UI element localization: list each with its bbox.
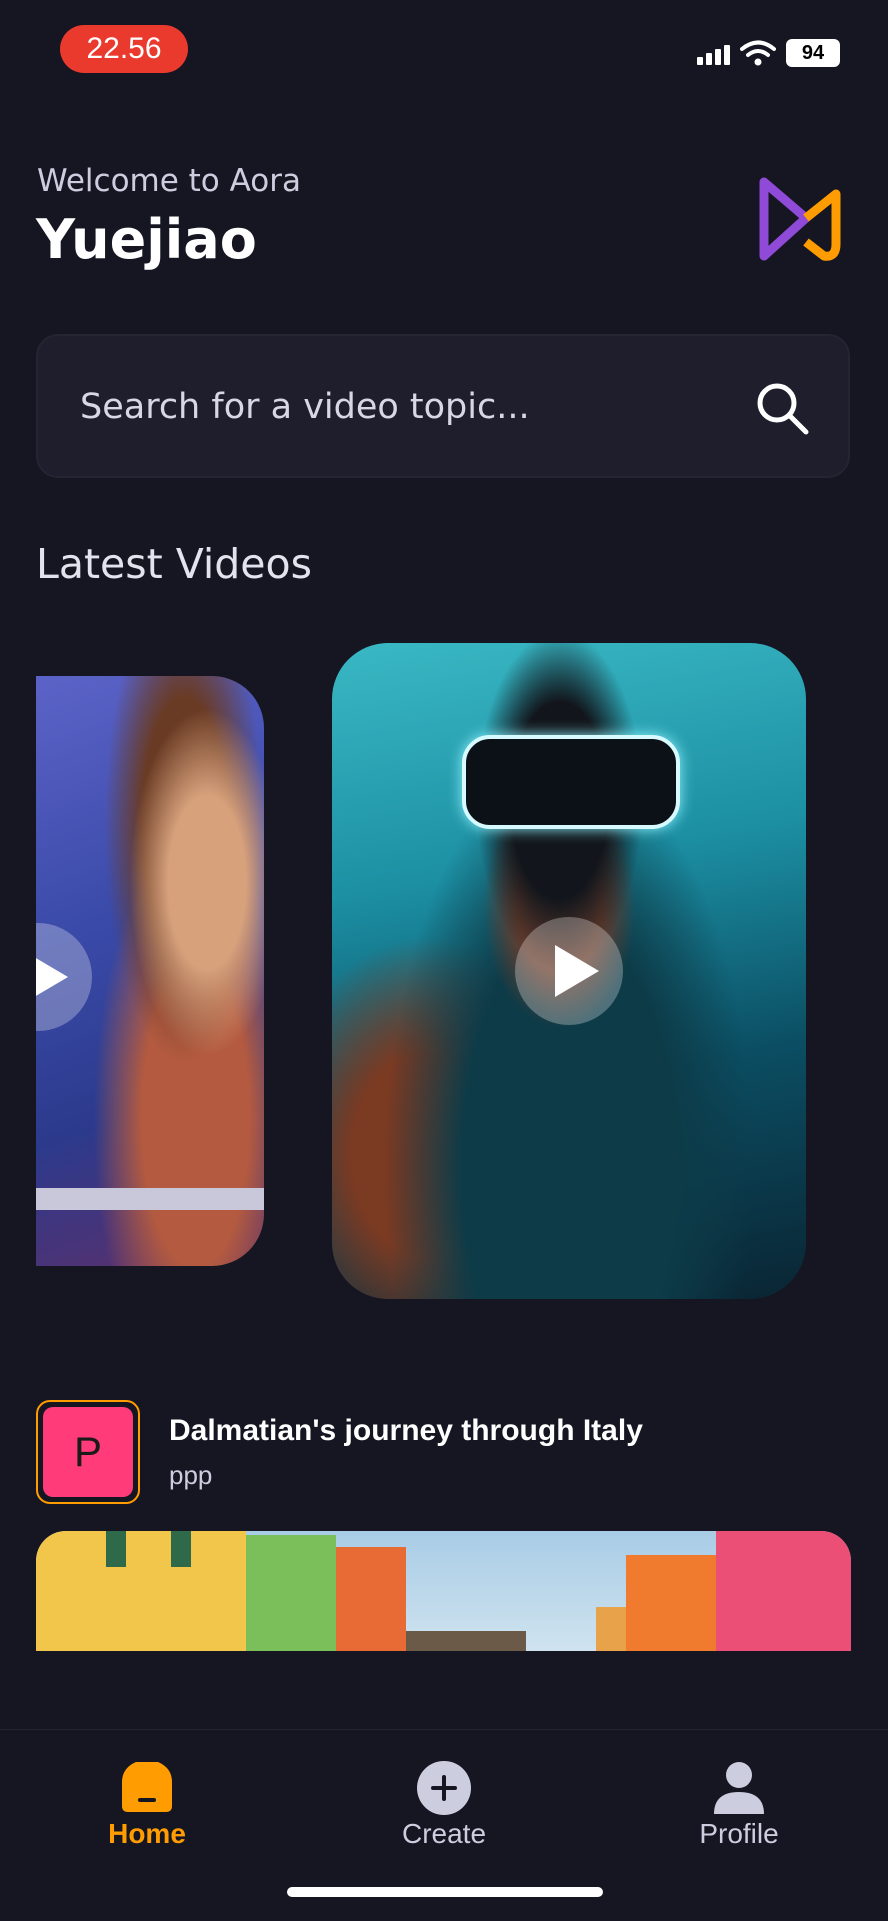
tab-home[interactable]: Home	[47, 1730, 247, 1860]
plus-circle-icon	[417, 1761, 471, 1815]
status-indicators: 94	[697, 38, 840, 68]
vr-headset-image	[462, 735, 680, 829]
home-indicator	[287, 1887, 603, 1897]
status-time: 22.56	[60, 25, 188, 73]
username-heading: Yuejiao	[36, 208, 257, 271]
tab-create-label: Create	[401, 1818, 487, 1849]
wifi-icon	[740, 40, 776, 66]
video-author: ppp	[169, 1460, 213, 1490]
search-bar[interactable]	[36, 334, 850, 478]
welcome-text: Welcome to Aora	[37, 163, 301, 199]
video-card-featured[interactable]	[332, 643, 806, 1299]
creator-avatar[interactable]: P	[36, 1400, 140, 1504]
latest-videos-title: Latest Videos	[36, 540, 312, 588]
profile-icon	[714, 1762, 764, 1814]
tab-create[interactable]: Create	[344, 1730, 544, 1860]
avatar-letter: P	[43, 1407, 133, 1497]
aora-logo-icon	[759, 177, 841, 261]
cellular-signal-icon	[697, 41, 730, 65]
tab-profile[interactable]: Profile	[639, 1730, 839, 1860]
home-icon	[122, 1762, 172, 1812]
tab-profile-label: Profile	[699, 1818, 779, 1849]
play-button-icon[interactable]	[515, 917, 623, 1025]
search-icon[interactable]	[754, 380, 810, 436]
tab-home-label: Home	[108, 1818, 186, 1849]
search-input[interactable]	[78, 336, 722, 478]
video-card-left[interactable]	[36, 676, 264, 1266]
play-button-icon[interactable]	[36, 923, 92, 1031]
desk-surface	[36, 1188, 264, 1210]
battery-indicator: 94	[786, 39, 840, 67]
video-thumbnail[interactable]	[36, 1531, 851, 1651]
video-title: Dalmatian's journey through Italy	[169, 1414, 643, 1447]
